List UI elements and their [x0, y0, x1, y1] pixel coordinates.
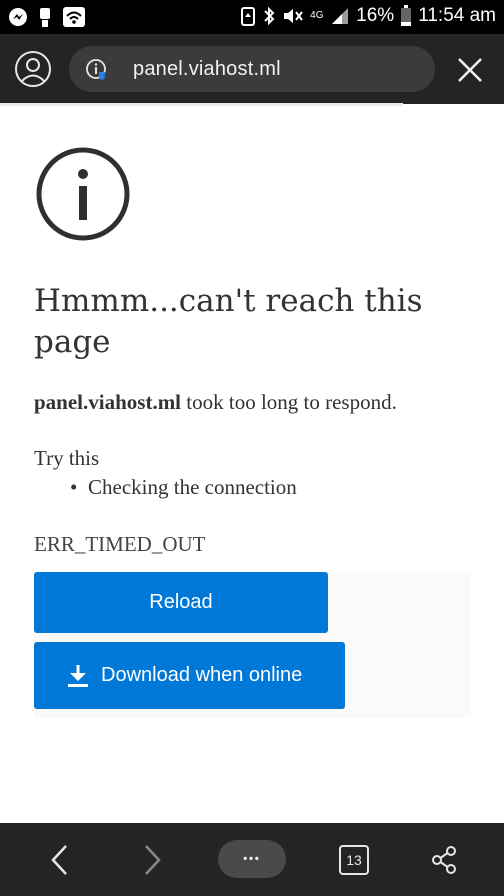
mute-icon [282, 6, 304, 26]
forward-icon [145, 845, 161, 875]
back-button[interactable] [48, 843, 72, 877]
site-info-icon[interactable] [85, 58, 109, 82]
share-icon [432, 846, 456, 874]
reload-button[interactable]: Reload [34, 572, 328, 633]
battery-saver-icon [240, 6, 256, 26]
download-when-online-button[interactable]: Download when online [34, 642, 345, 709]
close-icon [458, 58, 482, 82]
forward-button[interactable] [140, 843, 164, 877]
profile-icon [15, 51, 51, 87]
close-button[interactable] [456, 56, 484, 84]
messenger-icon [8, 7, 28, 27]
more-icon: ••• [243, 852, 261, 865]
tabs-button[interactable]: 13 [339, 845, 369, 875]
address-bar[interactable]: panel.viahost.ml [69, 46, 435, 92]
try-heading: Try this [34, 446, 100, 470]
wifi-icon [62, 6, 86, 28]
battery-icon [400, 5, 412, 27]
clock: 11:54 am [418, 5, 496, 26]
error-page: Hmmm...can't reach this page panel.viaho… [0, 106, 504, 823]
error-host: panel.viahost.ml [34, 390, 182, 414]
download-icon [68, 664, 88, 687]
more-button[interactable]: ••• [218, 840, 286, 878]
share-button[interactable] [429, 845, 459, 875]
download-label: Download when online [101, 664, 303, 686]
suggestion-item: • Checking the connection [70, 475, 297, 499]
status-bar: 4G 16% 11:54 am [0, 0, 504, 34]
bluetooth-icon [262, 6, 276, 26]
signal-icon [330, 6, 350, 26]
suggestion-text: Checking the connection [88, 475, 297, 499]
url-text[interactable]: panel.viahost.ml [133, 58, 281, 81]
page-title: Hmmm...can't reach this page [34, 283, 423, 360]
error-code: ERR_TIMED_OUT [34, 532, 206, 556]
error-message: took too long to respond. [181, 390, 397, 414]
tab-count: 13 [346, 852, 362, 868]
address-toolbar: panel.viahost.ml [0, 34, 504, 104]
network-type: 4G [310, 10, 324, 21]
alert-icon [38, 6, 52, 28]
back-icon [51, 845, 67, 875]
info-icon [35, 146, 131, 242]
error-description: panel.viahost.ml took too long to respon… [34, 390, 397, 415]
battery-percent: 16% [356, 5, 395, 26]
bottom-toolbar: ••• 13 [0, 823, 504, 896]
profile-button[interactable] [14, 50, 52, 88]
